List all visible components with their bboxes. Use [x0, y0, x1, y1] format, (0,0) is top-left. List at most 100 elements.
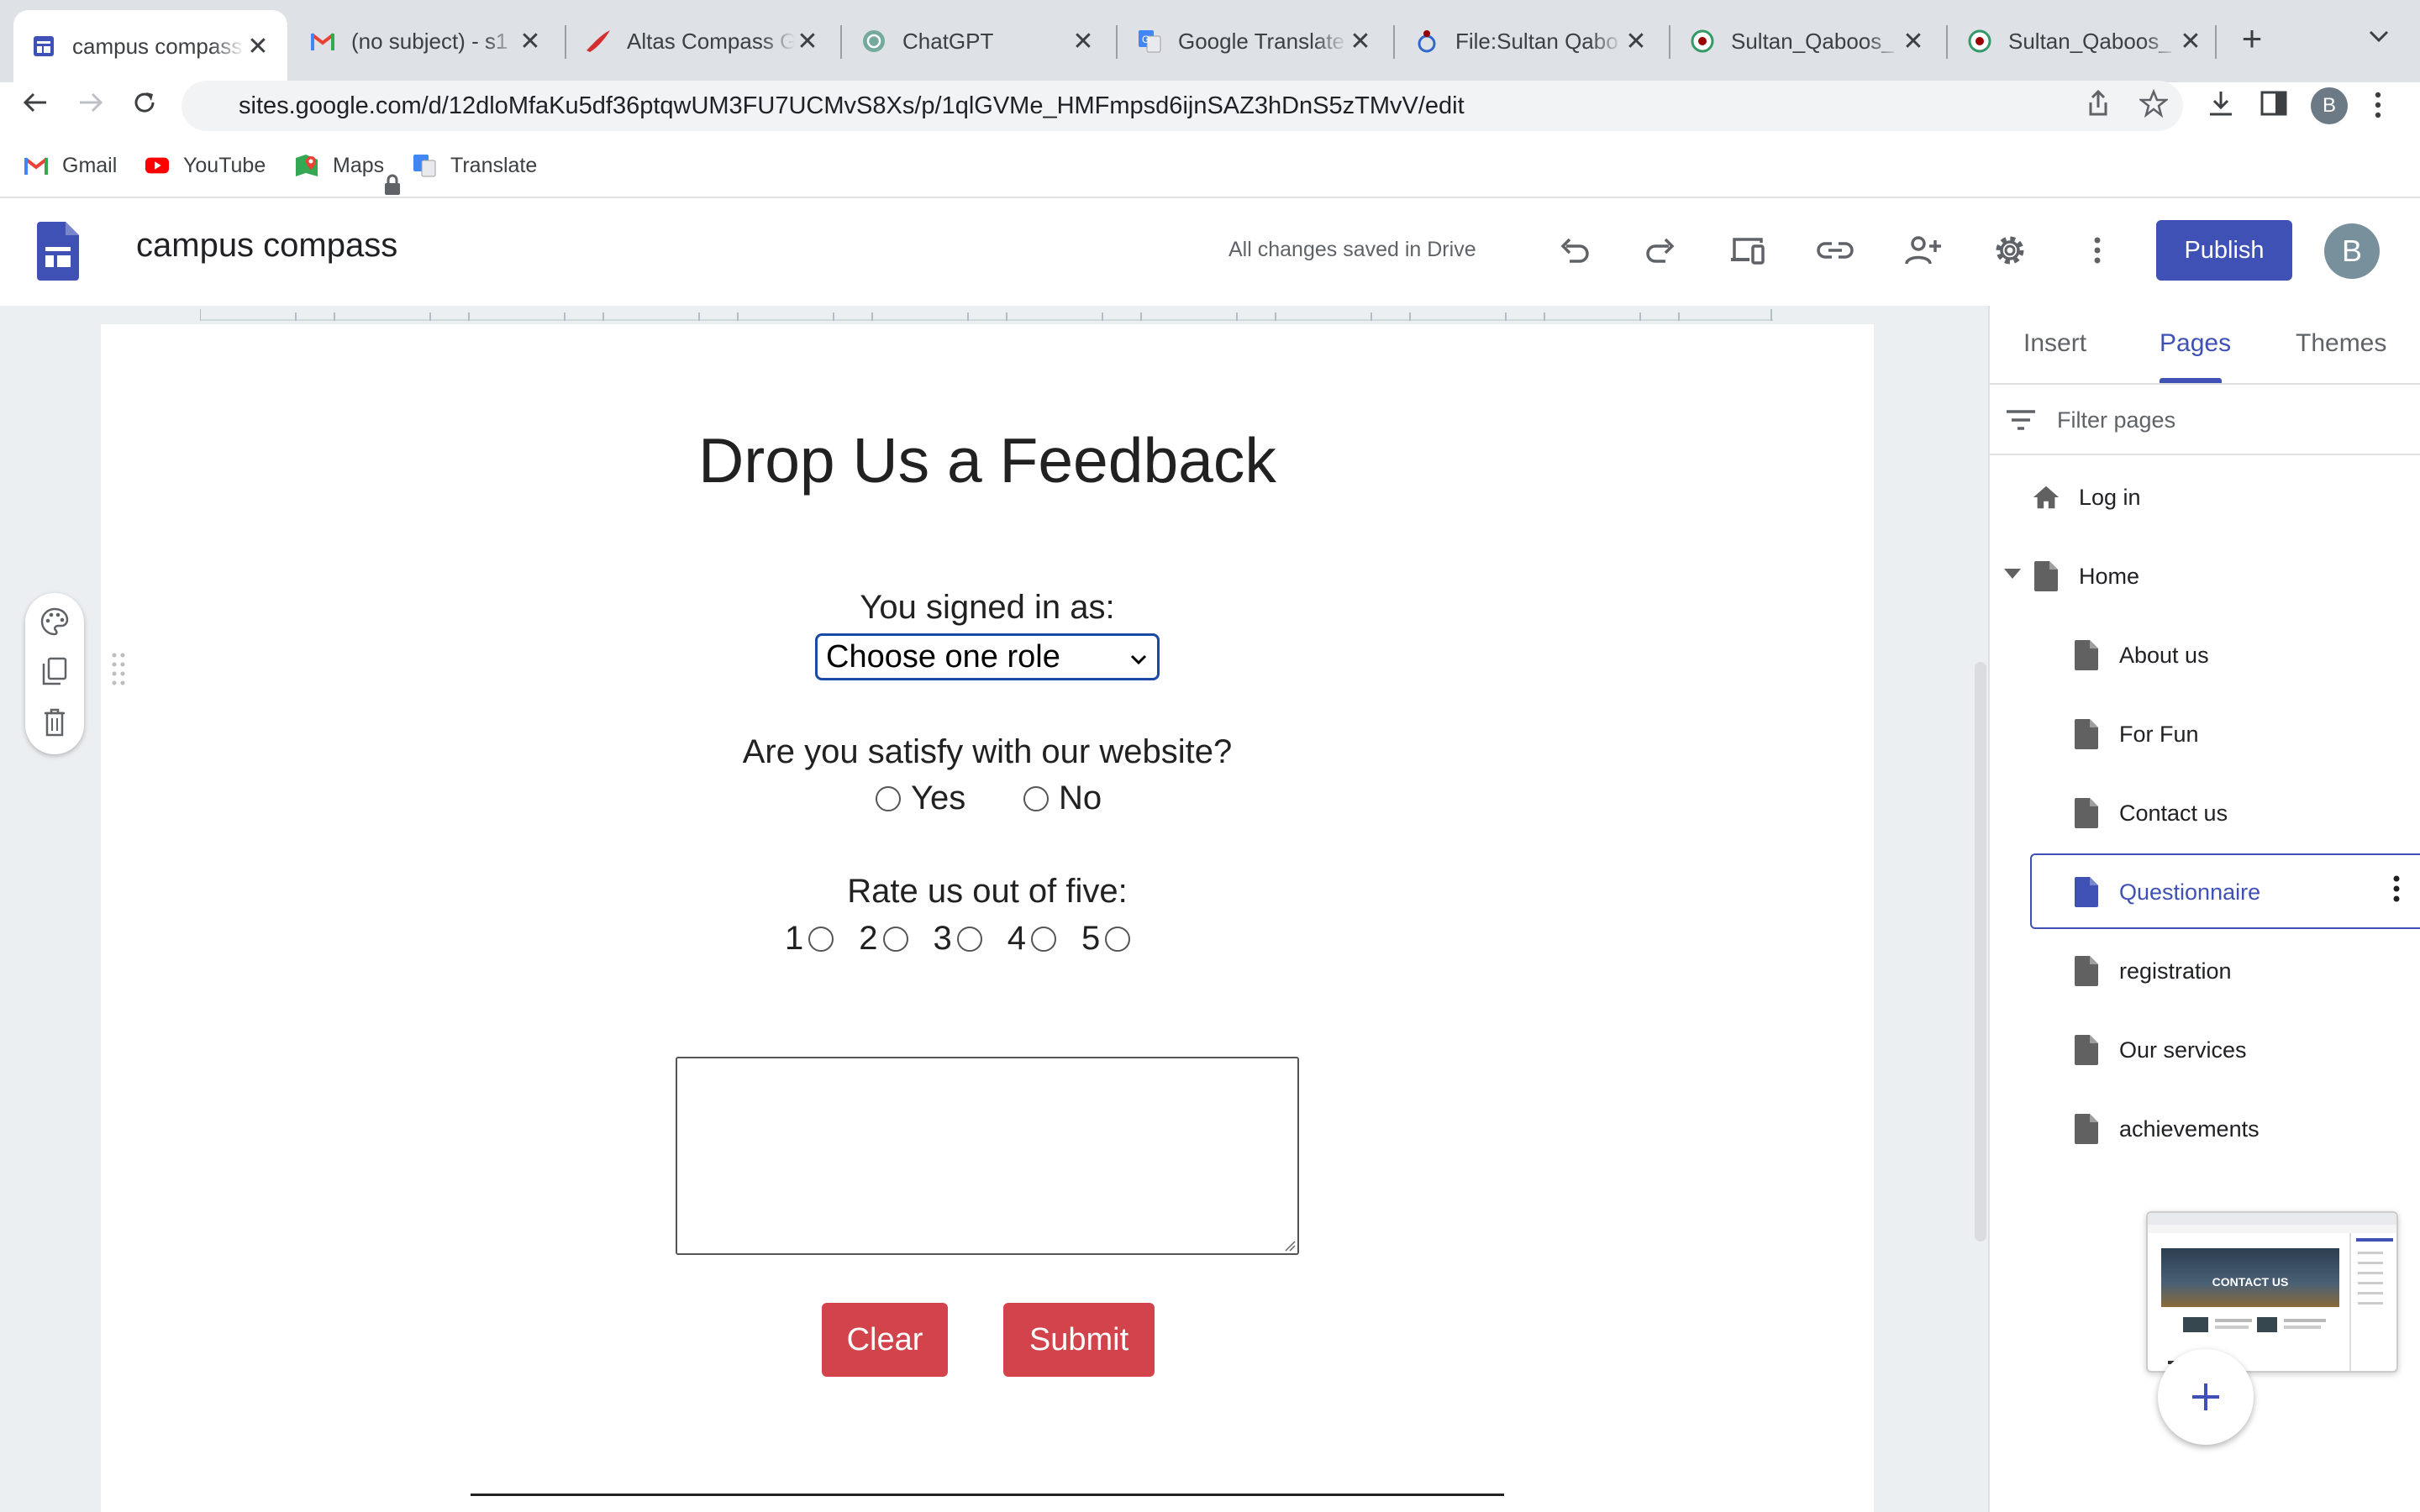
share-with-others-icon[interactable]: [1901, 228, 1944, 272]
submit-button[interactable]: Submit: [1003, 1303, 1155, 1377]
page-more-options-icon[interactable]: [2391, 874, 2402, 908]
rate-label: Rate us out of five:: [847, 873, 1128, 910]
feedback-textarea[interactable]: [676, 1057, 1299, 1255]
browser-tab[interactable]: campus compass ✕: [13, 10, 287, 82]
filter-pages-input[interactable]: Filter pages: [2057, 407, 2175, 433]
link-icon[interactable]: [1813, 228, 1857, 272]
browser-tab[interactable]: (no subject) - s1 ✕: [292, 10, 560, 72]
rating-3-radio[interactable]: [956, 926, 982, 952]
rating-1-label: 1: [785, 920, 804, 957]
close-icon[interactable]: ✕: [1901, 27, 1926, 56]
share-icon[interactable]: [2086, 89, 2111, 122]
publish-button[interactable]: Publish: [2156, 220, 2292, 281]
page-item-contact-us[interactable]: Contact us: [2072, 796, 2228, 830]
more-options-icon[interactable]: [2075, 228, 2119, 272]
page-item-for-fun[interactable]: For Fun: [2072, 717, 2199, 751]
page-icon: [2072, 875, 2101, 909]
rating-4-label: 4: [1007, 920, 1026, 957]
chatgpt-icon: [860, 28, 887, 55]
new-tab-icon[interactable]: +: [2235, 21, 2269, 56]
page-thumbnail-preview[interactable]: CONTACT US: [2146, 1211, 2398, 1373]
resize-handle-icon[interactable]: [1282, 1238, 1296, 1252]
browser-tab[interactable]: File:Sultan Qabo ✕: [1397, 10, 1665, 72]
page-item-achievements[interactable]: achievements: [2072, 1112, 2260, 1146]
settings-gear-icon[interactable]: [1988, 228, 2032, 272]
page-icon: [2072, 638, 2101, 672]
page-item-registration[interactable]: registration: [2072, 954, 2232, 988]
filter-pages-row[interactable]: [1990, 391, 2420, 455]
profile-avatar[interactable]: B: [2311, 87, 2348, 124]
url-text: sites.google.com/d/12dloMfaKu5df36ptqwUM…: [239, 92, 1465, 119]
preview-devices-icon[interactable]: [1726, 228, 1770, 272]
undo-icon[interactable]: [1553, 228, 1597, 272]
close-icon[interactable]: ✕: [1623, 27, 1649, 56]
rating-1-radio[interactable]: [808, 926, 834, 952]
avatar[interactable]: B: [2324, 223, 2380, 279]
plus-icon: [2192, 1383, 2219, 1410]
page-item-questionnaire[interactable]: Questionnaire: [2072, 875, 2260, 909]
role-select[interactable]: Choose one role: [815, 633, 1160, 680]
chevron-down-icon: [1128, 644, 1149, 680]
tab-insert[interactable]: Insert: [2023, 329, 2086, 358]
youtube-icon: [145, 153, 170, 178]
tab-separator: [565, 25, 566, 59]
close-icon[interactable]: ✕: [1348, 27, 1373, 56]
drag-handle-icon[interactable]: [111, 652, 126, 689]
page-item-our-services[interactable]: Our services: [2072, 1033, 2247, 1067]
collapse-triangle-icon[interactable]: [2003, 568, 2022, 584]
delete-icon[interactable]: [39, 707, 70, 738]
rating-4-radio[interactable]: [1031, 926, 1056, 952]
tab-pages[interactable]: Pages: [2160, 329, 2231, 358]
rating-2-radio[interactable]: [882, 926, 908, 952]
browser-menu-icon[interactable]: [2373, 91, 2383, 123]
browser-tab[interactable]: Sultan_Qaboos_ ✕: [1672, 10, 1943, 72]
site-title[interactable]: campus compass: [136, 227, 397, 265]
bookmark-star-icon[interactable]: [2138, 88, 2170, 122]
divider: [471, 1494, 1504, 1496]
clear-button[interactable]: Clear: [822, 1303, 948, 1377]
wikipedia-icon: [1689, 28, 1716, 55]
page-icon: [2072, 717, 2101, 751]
bookmark-translate[interactable]: Translate: [412, 153, 537, 178]
page-item-home[interactable]: Home: [2032, 559, 2139, 593]
close-icon[interactable]: ✕: [795, 27, 820, 56]
browser-tab[interactable]: ChatGPT ✕: [844, 10, 1113, 72]
forward-icon[interactable]: [74, 86, 108, 119]
page-item-log-in[interactable]: Log in: [2032, 480, 2141, 514]
duplicate-icon[interactable]: [39, 657, 70, 687]
satisfy-yes-option[interactable]: Yes: [876, 780, 965, 817]
browser-tab[interactable]: Altas Compass G ✕: [568, 10, 837, 72]
tab-search-chevron-icon[interactable]: [2368, 29, 2390, 48]
yes-radio[interactable]: [876, 785, 901, 811]
tab-label: (no subject) - s1: [351, 28, 508, 54]
no-radio[interactable]: [1023, 785, 1049, 811]
download-icon[interactable]: [2207, 89, 2235, 122]
close-icon[interactable]: ✕: [1071, 27, 1096, 56]
tab-label: Sultan_Qaboos_: [2008, 28, 2171, 54]
palette-icon[interactable]: [39, 606, 70, 637]
canvas-scrollbar[interactable]: [1975, 662, 1986, 1242]
reload-icon[interactable]: [128, 86, 161, 119]
bookmark-maps[interactable]: Maps: [294, 153, 384, 178]
address-bar[interactable]: sites.google.com/d/12dloMfaKu5df36ptqwUM…: [182, 81, 2183, 195]
browser-tab[interactable]: Sultan_Qaboos_ ✕: [1949, 10, 2220, 72]
satisfy-no-option[interactable]: No: [1023, 780, 1102, 817]
tab-themes[interactable]: Themes: [2296, 329, 2386, 358]
maps-icon: [294, 153, 319, 178]
browser-tab[interactable]: G Google Translate ✕: [1119, 10, 1390, 72]
page-item-about-us[interactable]: About us: [2072, 638, 2209, 672]
google-sites-logo-icon[interactable]: [37, 222, 79, 285]
redo-icon[interactable]: [1639, 228, 1682, 272]
page-icon: [2072, 1033, 2101, 1067]
add-page-button[interactable]: [2158, 1349, 2254, 1445]
side-panel-icon[interactable]: [2260, 91, 2287, 120]
close-icon[interactable]: ✕: [245, 32, 271, 61]
back-icon[interactable]: [18, 86, 52, 119]
rating-5-radio[interactable]: [1105, 926, 1131, 952]
active-tab-indicator: [2160, 378, 2222, 383]
page-icon: [2072, 954, 2101, 988]
bookmark-youtube[interactable]: YouTube: [145, 153, 266, 178]
bookmark-gmail[interactable]: Gmail: [24, 153, 117, 178]
close-icon[interactable]: ✕: [2178, 27, 2203, 56]
close-icon[interactable]: ✕: [518, 27, 543, 56]
